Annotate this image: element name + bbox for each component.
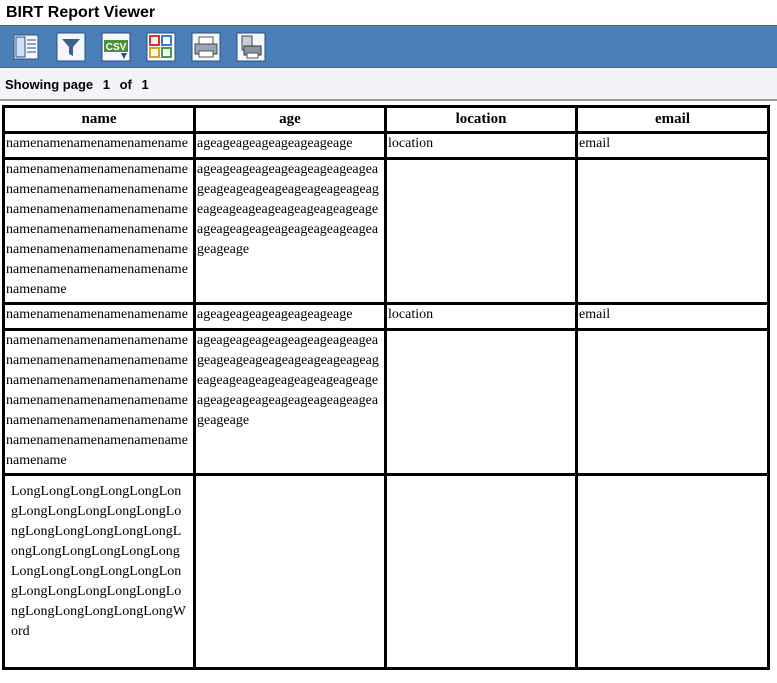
cell-age: ageageageageageageageageageageageageagea… — [193, 328, 387, 476]
cell-name: LongLongLongLongLongLongLongLongLongLong… — [2, 473, 196, 670]
cell-age: ageageageageageageageage — [193, 131, 387, 160]
current-page: 1 — [102, 77, 110, 92]
cell-location — [384, 157, 578, 305]
printer-icon — [191, 32, 221, 62]
cell-name: namenamenamenamenamenamenamenamenamename… — [2, 157, 196, 305]
report-table: name age location email namenamenamename… — [2, 105, 770, 670]
cell-location — [384, 473, 578, 670]
cell-email — [575, 473, 770, 670]
toc-button[interactable] — [11, 32, 41, 62]
total-pages: 1 — [141, 77, 149, 92]
cell-email — [575, 328, 770, 476]
showing-page-label: Showing page — [5, 77, 94, 92]
of-label: of — [119, 77, 132, 92]
column-header-age: age — [193, 105, 387, 134]
filter-icon — [56, 32, 86, 62]
cell-name: namenamenamenamenamenamenamenamenamename… — [2, 328, 196, 476]
cell-age: ageageageageageageageage — [193, 302, 387, 331]
cell-location — [384, 328, 578, 476]
cell-email: email — [575, 131, 770, 160]
cell-location: location — [384, 131, 578, 160]
cell-age: ageageageageageageageageageageageageagea… — [193, 157, 387, 305]
table-row: namenamenamenamenamename ageageageageage… — [2, 131, 770, 160]
table-row: namenamenamenamenamename ageageageageage… — [2, 302, 770, 331]
server-printer-icon — [236, 32, 266, 62]
column-header-location: location — [384, 105, 578, 134]
toolbar: CSV — [0, 25, 777, 68]
print-button[interactable] — [191, 32, 221, 62]
cell-age — [193, 473, 387, 670]
cell-name: namenamenamenamenamename — [2, 302, 196, 331]
export-report-icon — [146, 32, 176, 62]
table-of-contents-icon — [13, 34, 39, 60]
csv-badge: CSV — [106, 42, 127, 53]
app-title: BIRT Report Viewer — [6, 4, 156, 21]
table-row: namenamenamenamenamenamenamenamenamename… — [2, 328, 770, 476]
cell-email: email — [575, 302, 770, 331]
export-report-button[interactable] — [146, 32, 176, 62]
table-header-row: name age location email — [2, 105, 770, 134]
column-header-name: name — [2, 105, 196, 134]
cell-name: namenamenamenamenamename — [2, 131, 196, 160]
cell-location: location — [384, 302, 578, 331]
csv-export-icon: CSV — [101, 32, 131, 62]
column-header-email: email — [575, 105, 770, 134]
export-csv-button[interactable]: CSV — [101, 32, 131, 62]
filter-button[interactable] — [56, 32, 86, 62]
table-row: namenamenamenamenamenamenamenamenamename… — [2, 157, 770, 305]
print-server-button[interactable] — [236, 32, 266, 62]
cell-email — [575, 157, 770, 305]
page-status: Showing page 1 of 1 — [0, 68, 777, 101]
table-row: LongLongLongLongLongLongLongLongLongLong… — [2, 473, 770, 670]
